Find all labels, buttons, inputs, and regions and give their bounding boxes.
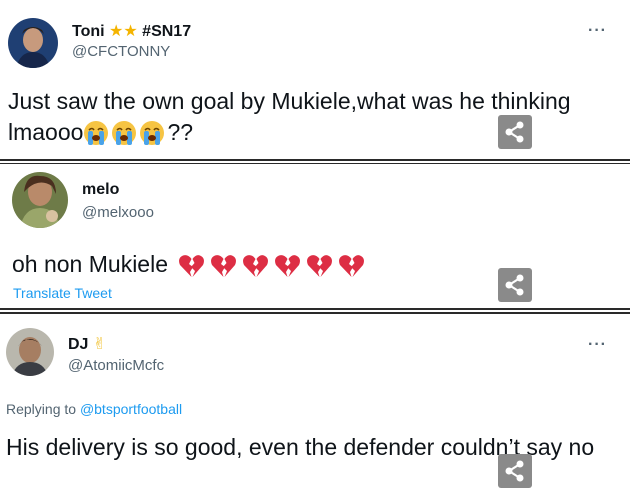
translate-tweet-link[interactable]: Translate Tweet (13, 285, 112, 301)
tweet-text-content: oh non Mukiele (12, 251, 168, 277)
share-button[interactable] (498, 115, 532, 149)
share-button[interactable] (498, 454, 532, 488)
divider (0, 308, 630, 310)
share-icon (505, 274, 524, 296)
display-name[interactable]: melo (82, 181, 119, 199)
broken-heart-icon (275, 255, 301, 277)
avatar[interactable] (12, 172, 68, 228)
handle[interactable]: @AtomiicMcfc (68, 357, 164, 374)
handle[interactable]: @melxooo (82, 204, 154, 221)
victory-hand-icon: ✌ (92, 336, 107, 353)
share-icon (505, 121, 524, 143)
handle[interactable]: @CFCTONNY (72, 43, 170, 60)
broken-heart-icon (243, 255, 269, 277)
broken-heart-icon (211, 255, 237, 277)
avatar[interactable] (8, 18, 58, 68)
broken-heart-icon (339, 255, 365, 277)
tweet-card: melo @melxooo oh non Mukiele Translate T… (0, 164, 630, 308)
tweet-card: DJ ✌ @AtomiicMcfc ··· Replying to @btspo… (0, 314, 630, 495)
replying-to-label: Replying to (6, 401, 77, 417)
share-button[interactable] (498, 268, 532, 302)
replying-to: Replying to @btsportfootball (6, 401, 182, 417)
star-icon: ★ (123, 23, 138, 40)
replying-to-link[interactable]: @btsportfootball (80, 401, 182, 417)
star-icon: ★ (109, 23, 124, 40)
display-name-text: DJ (68, 336, 89, 353)
name-hashtag: #SN17 (142, 23, 192, 40)
display-name-text: Toni (72, 23, 105, 40)
more-options-icon[interactable]: ··· (588, 22, 607, 40)
crying-face-icon (140, 121, 165, 146)
tweet-text: oh non Mukiele (12, 249, 370, 281)
broken-heart-icon (307, 255, 333, 277)
crying-face-icon (84, 121, 109, 146)
tweet-card: Toni ★★ #SN17 @CFCTONNY ··· Just saw the… (0, 0, 630, 160)
broken-heart-icon (179, 255, 205, 277)
divider (0, 159, 630, 161)
display-name[interactable]: Toni ★★ #SN17 (72, 21, 191, 41)
more-options-icon[interactable]: ··· (588, 336, 607, 354)
crying-face-icon (112, 121, 137, 146)
avatar[interactable] (6, 328, 54, 376)
tweet-text-suffix: ?? (167, 119, 194, 145)
share-icon (505, 460, 524, 482)
display-name[interactable]: DJ ✌ (68, 334, 106, 354)
